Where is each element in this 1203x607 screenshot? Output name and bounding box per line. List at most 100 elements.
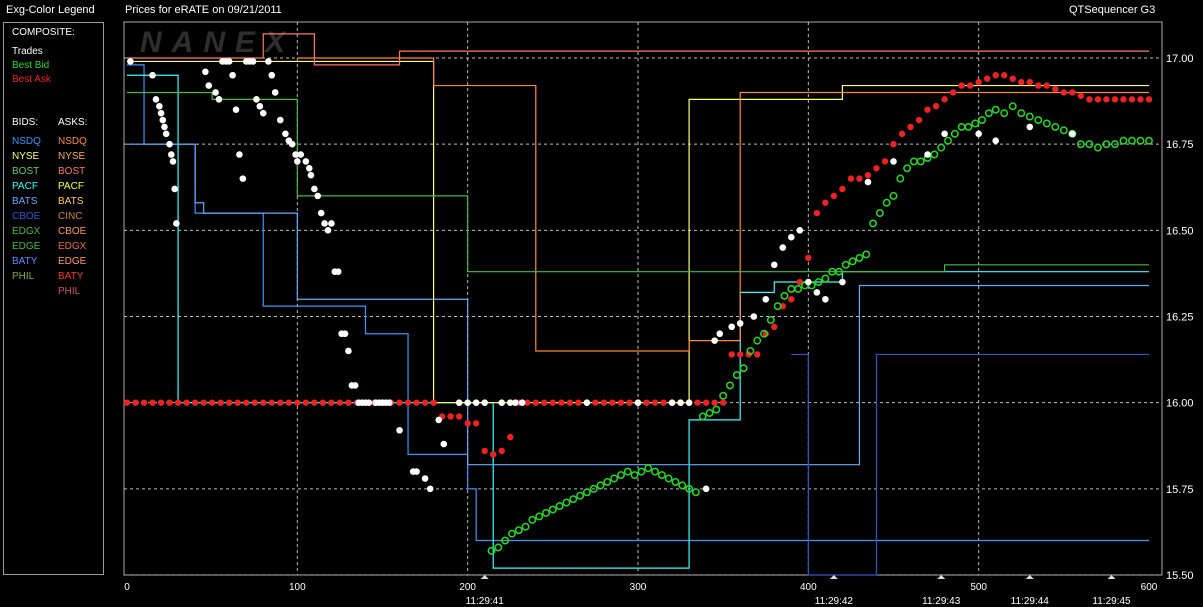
best-ask-point xyxy=(191,399,199,406)
best-bid-point xyxy=(603,477,612,486)
best-ask-point xyxy=(507,433,514,441)
quote-line-nsdq-ask xyxy=(297,57,1149,352)
time-marker xyxy=(1025,575,1034,579)
best-ask-point xyxy=(455,413,463,420)
best-ask-point xyxy=(864,171,872,179)
trade-point xyxy=(386,399,393,406)
trade-point xyxy=(455,399,463,406)
trade-point xyxy=(396,426,403,434)
trade-point xyxy=(421,475,429,482)
trade-point xyxy=(239,175,247,182)
best-ask-point xyxy=(1052,85,1059,93)
best-ask-point xyxy=(413,399,420,406)
trade-point xyxy=(307,171,315,179)
best-ask-point xyxy=(737,351,744,358)
best-ask-point xyxy=(294,399,301,406)
trade-point xyxy=(149,71,156,79)
best-bid-point xyxy=(726,381,734,390)
trade-point xyxy=(127,58,134,65)
best-bid-point xyxy=(514,526,523,535)
best-bid-point xyxy=(508,529,516,538)
trade-point xyxy=(762,295,770,303)
time-marker xyxy=(1107,575,1116,579)
best-ask-point xyxy=(822,199,829,206)
best-ask-point xyxy=(217,399,224,406)
time-label: 11:29:45 xyxy=(1092,596,1131,607)
trade-point xyxy=(464,399,471,406)
trade-point xyxy=(345,347,352,355)
best-ask-point xyxy=(174,399,182,406)
y-tick-label: 15.75 xyxy=(1166,484,1194,496)
best-bid-point xyxy=(848,257,857,266)
best-ask-point xyxy=(1009,75,1016,82)
trade-point xyxy=(169,158,177,165)
trade-point xyxy=(236,151,243,158)
best-ask-point xyxy=(660,399,667,406)
best-ask-point xyxy=(1060,89,1068,96)
best-ask-point xyxy=(694,399,701,406)
best-ask-point xyxy=(472,420,480,427)
best-bid-point xyxy=(766,315,775,324)
best-bid-point xyxy=(528,515,537,524)
best-ask-point xyxy=(1128,96,1136,103)
trade-point xyxy=(253,96,260,103)
trade-point xyxy=(171,185,178,193)
best-bid-point xyxy=(1000,109,1009,118)
time-label: 11:29:44 xyxy=(1011,596,1050,607)
best-ask-point xyxy=(251,399,258,406)
best-ask-point xyxy=(157,399,165,406)
trade-point xyxy=(268,71,276,79)
best-bid-point xyxy=(678,481,687,490)
x-tick-label: 400 xyxy=(800,582,817,593)
x-tick-label: 600 xyxy=(1141,582,1158,593)
best-ask-point xyxy=(890,140,897,148)
x-tick-label: 500 xyxy=(970,582,987,593)
best-bid-point xyxy=(889,191,898,200)
best-bid-point xyxy=(1119,136,1128,145)
best-ask-point xyxy=(447,413,454,420)
best-ask-point xyxy=(949,89,957,96)
trade-point xyxy=(736,320,744,327)
best-ask-point xyxy=(966,82,974,89)
best-bid-point xyxy=(821,274,830,283)
best-bid-point xyxy=(984,109,993,118)
best-bid-point xyxy=(644,464,653,473)
best-bid-point xyxy=(698,412,707,421)
trade-point xyxy=(518,399,526,406)
best-ask-point xyxy=(617,399,625,406)
best-bid-point xyxy=(862,250,871,259)
trade-point xyxy=(265,58,272,65)
best-ask-point xyxy=(719,399,727,406)
plot-area xyxy=(123,21,1163,576)
best-bid-point xyxy=(732,371,741,380)
trade-point xyxy=(156,102,163,110)
best-bid-point xyxy=(494,543,503,552)
best-bid-point xyxy=(1145,136,1153,145)
best-ask-point xyxy=(277,399,284,406)
trade-point xyxy=(1069,130,1076,138)
best-bid-point xyxy=(1017,109,1026,118)
best-ask-point xyxy=(481,447,488,455)
y-tick-label: 16.25 xyxy=(1166,312,1194,324)
best-ask-point xyxy=(702,399,710,406)
best-bid-point xyxy=(1128,136,1136,145)
x-tick-label: 0 xyxy=(124,582,130,593)
best-bid-point xyxy=(596,481,605,490)
trade-point xyxy=(728,323,735,331)
best-ask-point xyxy=(805,254,812,262)
trade-point xyxy=(890,158,897,165)
best-ask-point xyxy=(592,399,599,406)
best-bid-point xyxy=(1051,122,1060,131)
best-bid-point xyxy=(664,474,673,483)
best-bid-point xyxy=(1059,126,1068,135)
best-bid-point xyxy=(950,129,959,138)
time-label: 11:29:42 xyxy=(815,596,854,607)
trade-point xyxy=(166,140,173,148)
trade-point xyxy=(229,71,236,79)
trade-point xyxy=(297,151,305,158)
best-bid-point xyxy=(1093,143,1102,152)
best-bid-point xyxy=(705,409,714,417)
best-ask-point xyxy=(941,96,948,103)
best-ask-point xyxy=(549,399,557,406)
trade-point xyxy=(232,106,240,113)
